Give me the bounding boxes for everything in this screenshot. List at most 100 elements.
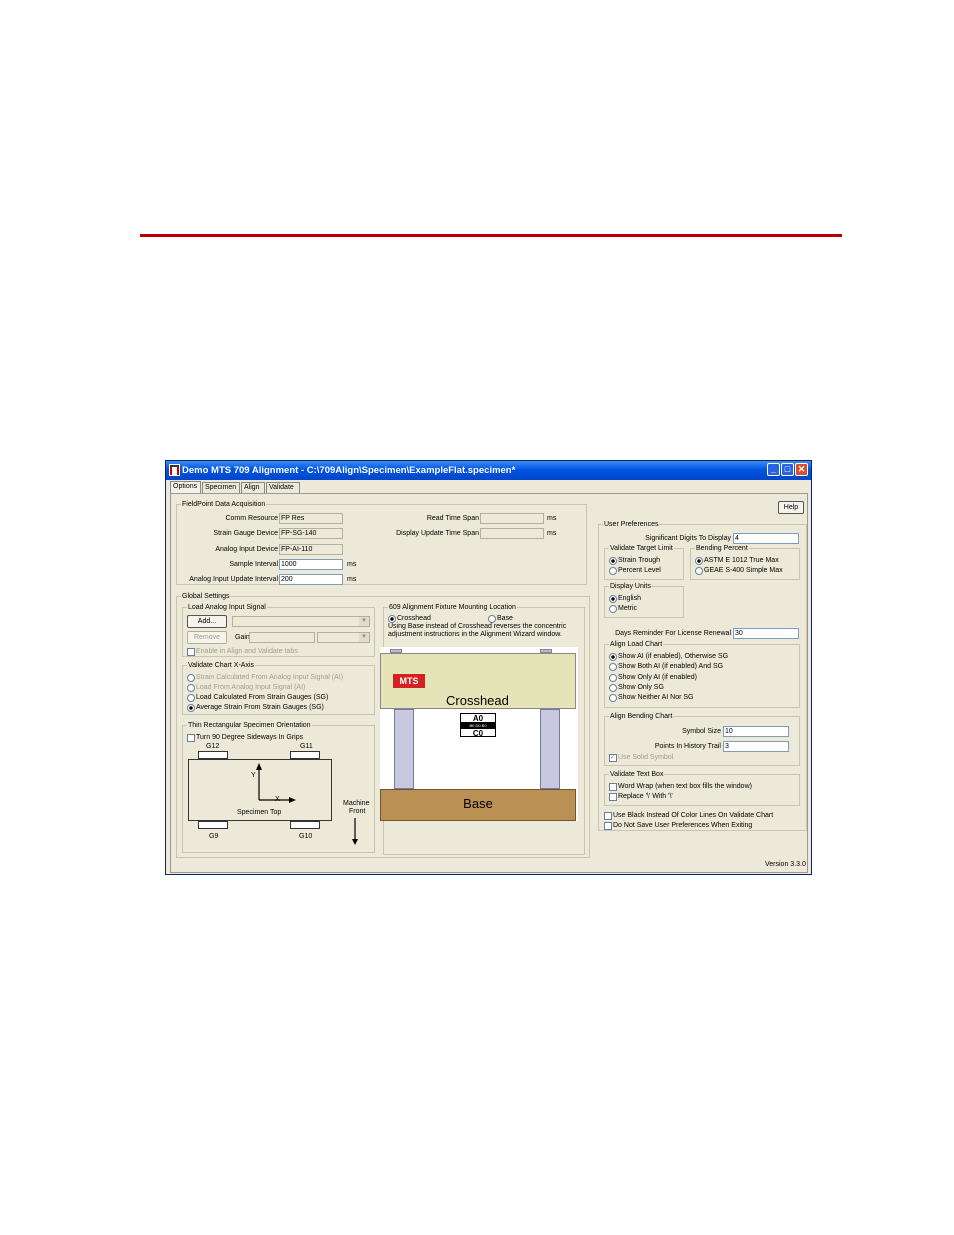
target-limit-group: Validate Target Limit Strain Trough Perc… [604,544,684,580]
update-ms-label: ms [347,576,357,583]
read-span-label: Read Time Span [426,515,479,522]
replace-checkbox[interactable]: Replace '\' With '\' [609,792,673,801]
base-block: Base [380,789,576,821]
bending-geae-radio[interactable]: GEAE S-400 Simple Max [695,566,783,575]
xaxis-title: Validate Chart X-Axis [187,661,256,670]
sample-ms-label: ms [347,561,357,568]
fieldpoint-group: FieldPoint Data Acquisition Comm Resourc… [176,500,587,585]
mount-crosshead-radio[interactable]: Crosshead [388,614,431,623]
mid-label: B0 D0 B0 [461,722,495,729]
tab-validate[interactable]: Validate [266,482,300,493]
display-units-title: Display Units [609,582,652,591]
g10-label: G10 [299,833,313,840]
analog-device-label: Analog Input Device [215,546,278,553]
xaxis-group: Validate Chart X-Axis Strain Calculated … [182,661,375,715]
load-analog-title: Load Analog Input Signal [187,603,267,612]
days-reminder-field[interactable]: 30 [733,628,799,639]
display-ms-label: ms [547,530,557,537]
comm-resource-label: Comm Resource [225,515,278,522]
read-span-field[interactable] [480,513,544,524]
user-prefs-title: User Preferences [603,520,660,529]
x-axis-label: X [275,796,280,803]
load-chart-option-1[interactable]: Show AI (if enabled), Otherwise SG [609,652,728,661]
crosshead-label: Crosshead [446,693,509,708]
units-english-radio[interactable]: English [609,594,641,603]
axes-arrows-icon [256,763,296,803]
analog-update-field[interactable]: 200 [279,574,343,585]
global-settings-title: Global Settings [181,592,231,601]
load-chart-option-3[interactable]: Show Only AI (if enabled) [609,673,697,682]
target-strain-radio[interactable]: Strain Trough [609,556,660,565]
page-rule [140,234,842,237]
fieldpoint-title: FieldPoint Data Acquisition [181,500,267,509]
solid-symbol-checkbox[interactable]: Use Solid Symbol [609,753,673,762]
close-button[interactable]: ✕ [795,463,808,476]
load-chart-option-4[interactable]: Show Only SG [609,683,664,692]
minimize-button[interactable]: _ [767,463,780,476]
sample-interval-field[interactable]: 1000 [279,559,343,570]
signal-combo[interactable]: ▼ [232,616,370,627]
analog-device-field[interactable]: FP-AI-110 [279,544,343,555]
text-box-group: Validate Text Box Word Wrap (when text b… [604,770,800,806]
word-wrap-checkbox[interactable]: Word Wrap (when text box fills the windo… [609,782,752,791]
maximize-button[interactable]: □ [781,463,794,476]
remove-button[interactable]: Remove [187,631,227,644]
enable-checkbox[interactable]: Enable in Align and Validate tabs [187,647,298,656]
load-chart-option-2[interactable]: Show Both AI (if enabled) And SG [609,662,723,671]
gauge-g9 [198,821,228,829]
tab-align[interactable]: Align [241,482,265,493]
front-label: Front [349,808,366,815]
gauge-g10 [290,821,320,829]
load-chart-option-5[interactable]: Show Neither AI Nor SG [609,693,693,702]
y-axis-label: Y [251,772,256,779]
add-button[interactable]: Add... [187,615,227,628]
fixture-note: Using Base instead of Crosshead reverses… [388,623,567,638]
load-chart-title: Align Load Chart [609,640,664,649]
do-not-save-checkbox[interactable]: Do Not Save User Preferences When Exitin… [604,821,752,830]
mts-logo: MTS [393,674,425,688]
comm-resource-field[interactable]: FP Res [279,513,343,524]
version-label: Version 3.3.0 [765,861,806,868]
units-metric-radio[interactable]: Metric [609,604,637,613]
tab-specimen[interactable]: Specimen [202,482,240,493]
thin-specimen-group: Thin Rectangular Specimen Orientation Tu… [182,721,375,853]
xaxis-option-strain-ai[interactable]: Strain Calculated From Analog Input Sign… [187,673,343,682]
column-right [540,709,560,789]
target-limit-title: Validate Target Limit [609,544,674,553]
sig-digits-field[interactable]: 4 [733,533,799,544]
bending-astm-radio[interactable]: ASTM E 1012 True Max [695,556,779,565]
specimen-grip: A0 B0 D0 B0 C0 [460,713,496,738]
bend-chart-title: Align Bending Chart [609,712,674,721]
bending-percent-title: Bending Percent [695,544,749,553]
xaxis-option-load-ai[interactable]: Load From Analog Input Signal (AI) [187,683,305,692]
user-prefs-group: User Preferences Significant Digits To D… [598,520,807,831]
g9-label: G9 [209,833,219,840]
target-percent-radio[interactable]: Percent Level [609,566,661,575]
load-analog-group: Load Analog Input Signal Add... ▼ Remove… [182,603,375,657]
strain-device-field[interactable]: FP-SG-140 [279,528,343,539]
xaxis-option-avg-sg[interactable]: Average Strain From Strain Gauges (SG) [187,703,324,712]
turn-90-checkbox[interactable]: Turn 90 Degree Sideways In Grips [187,733,303,742]
read-ms-label: ms [547,515,557,522]
app-window: Demo MTS 709 Alignment - C:\709Align\Spe… [165,460,812,875]
thin-specimen-title: Thin Rectangular Specimen Orientation [187,721,312,730]
tab-options[interactable]: Options [170,481,201,493]
fixture-diagram: MTS Crosshead A0 B0 D0 B0 C0 Base [380,647,578,821]
sig-digits-label: Significant Digits To Display [645,535,731,542]
g12-label: G12 [206,743,220,750]
gain-field[interactable] [249,632,315,643]
title-bar[interactable]: Demo MTS 709 Alignment - C:\709Align\Spe… [166,461,811,480]
display-span-field[interactable] [480,528,544,539]
gain-combo[interactable]: ▼ [317,632,370,643]
symbol-size-label: Symbol Size [682,728,721,735]
use-black-checkbox[interactable]: Use Black Instead Of Color Lines On Vali… [604,811,773,820]
load-chart-group: Align Load Chart Show AI (if enabled), O… [604,640,800,708]
symbol-size-field[interactable]: 10 [723,726,789,737]
chevron-down-icon: ▼ [359,617,369,626]
sample-interval-label: Sample Interval [229,561,278,568]
mount-base-radio[interactable]: Base [488,614,513,623]
help-button[interactable]: Help [778,501,804,514]
points-trail-field[interactable]: 3 [723,741,789,752]
xaxis-option-load-sg[interactable]: Load Calculated From Strain Gauges (SG) [187,693,328,702]
specimen-top-label: Specimen Top [237,809,282,816]
